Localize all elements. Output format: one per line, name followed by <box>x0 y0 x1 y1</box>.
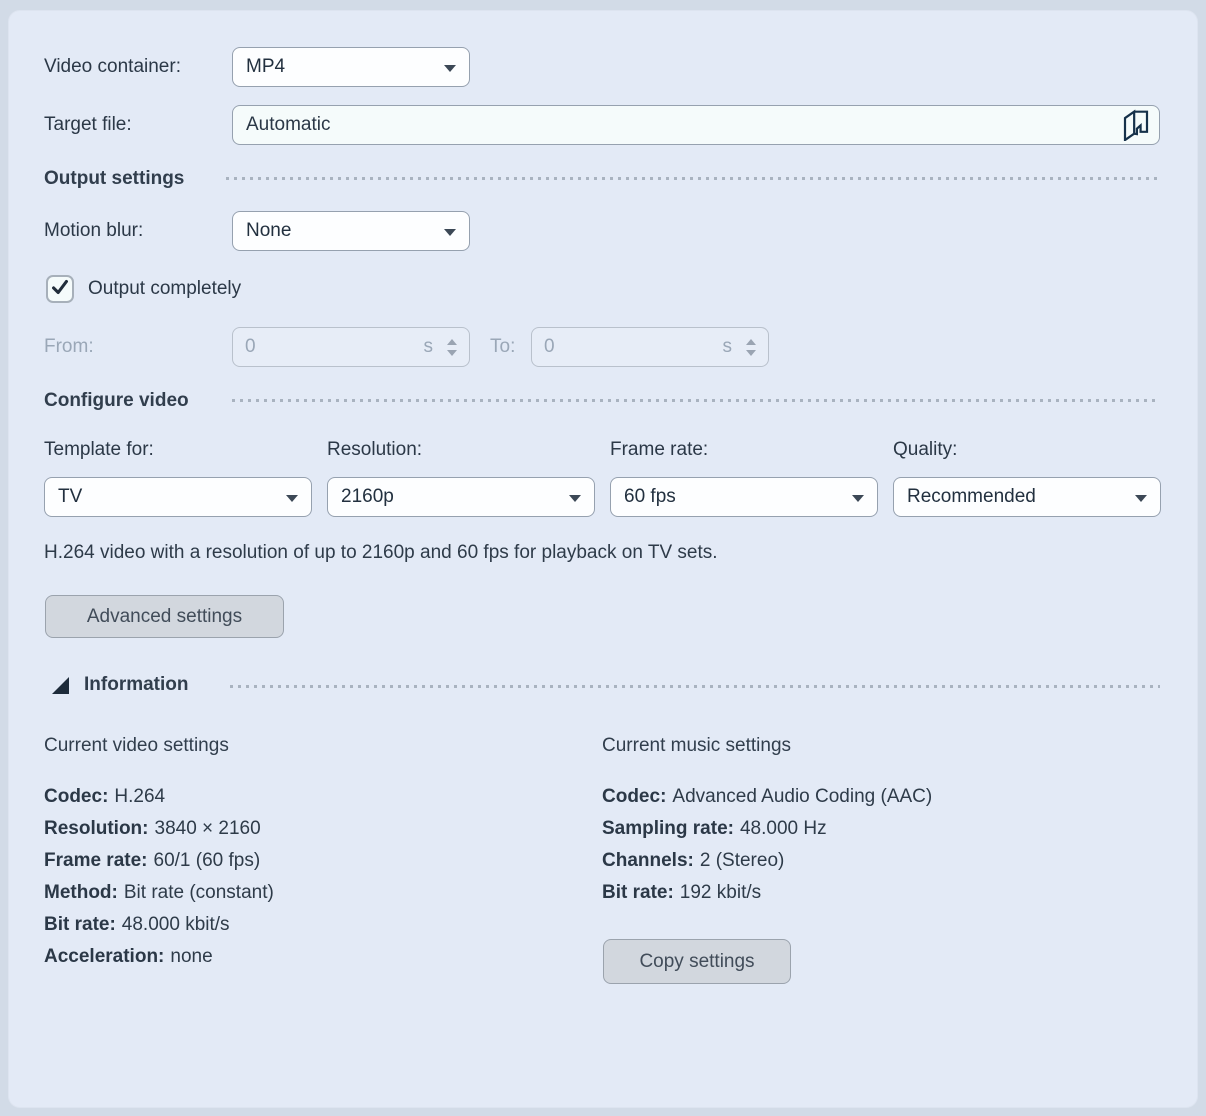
output-completely-checkbox[interactable] <box>46 275 74 303</box>
target-file-input[interactable] <box>246 114 1115 136</box>
from-label: From: <box>44 334 94 360</box>
from-value: 0 <box>245 336 424 358</box>
checkmark-icon <box>49 276 71 303</box>
motion-blur-label: Motion blur: <box>44 218 143 244</box>
advanced-settings-button[interactable]: Advanced settings <box>45 595 284 638</box>
frame-rate-value: 60 fps <box>624 486 676 508</box>
video-settings-list: Codec:H.264 Resolution:3840 × 2160 Frame… <box>44 781 274 973</box>
template-description: H.264 video with a resolution of up to 2… <box>44 540 718 566</box>
info-row-bit-rate: Bit rate:48.000 kbit/s <box>44 909 274 941</box>
info-row-sampling-rate: Sampling rate:48.000 Hz <box>602 813 932 845</box>
video-container-select[interactable]: MP4 <box>232 47 470 87</box>
to-spinbox: 0 s <box>531 327 769 367</box>
configure-video-title: Configure video <box>44 389 189 413</box>
info-row-channels: Channels:2 (Stereo) <box>602 845 932 877</box>
spinner-arrows-icon <box>447 339 457 356</box>
to-unit: s <box>723 336 733 358</box>
information-title[interactable]: Information <box>84 673 189 697</box>
from-unit: s <box>424 336 434 358</box>
template-for-label: Template for: <box>44 437 154 463</box>
video-container-label: Video container: <box>44 54 181 80</box>
info-row-method: Method:Bit rate (constant) <box>44 877 274 909</box>
info-row-resolution: Resolution:3840 × 2160 <box>44 813 274 845</box>
chevron-down-icon <box>1135 495 1147 502</box>
resolution-label: Resolution: <box>327 437 422 463</box>
copy-settings-button[interactable]: Copy settings <box>603 939 791 984</box>
music-settings-list: Codec:Advanced Audio Coding (AAC) Sampli… <box>602 781 932 909</box>
template-for-value: TV <box>58 486 82 508</box>
spinner-arrows-icon <box>746 339 756 356</box>
info-row-acceleration: Acceleration:none <box>44 941 274 973</box>
current-video-settings-title: Current video settings <box>44 733 229 759</box>
chevron-down-icon <box>286 495 298 502</box>
info-row-bit-rate: Bit rate:192 kbit/s <box>602 877 932 909</box>
from-spinbox: 0 s <box>232 327 470 367</box>
quality-label: Quality: <box>893 437 957 463</box>
video-container-value: MP4 <box>246 56 285 78</box>
export-settings-dialog: Video container: MP4 Target file: Output… <box>0 0 1206 1116</box>
to-value: 0 <box>544 336 723 358</box>
configure-video-divider <box>232 399 1160 402</box>
collapse-triangle-icon[interactable] <box>52 677 69 699</box>
info-row-codec: Codec:H.264 <box>44 781 274 813</box>
motion-blur-value: None <box>246 220 291 242</box>
quality-value: Recommended <box>907 486 1036 508</box>
resolution-select[interactable]: 2160p <box>327 477 595 517</box>
chevron-down-icon <box>444 229 456 236</box>
folder-icon <box>1121 108 1151 144</box>
target-file-field[interactable] <box>232 105 1160 145</box>
template-for-select[interactable]: TV <box>44 477 312 517</box>
frame-rate-label: Frame rate: <box>610 437 708 463</box>
resolution-value: 2160p <box>341 486 394 508</box>
info-row-codec: Codec:Advanced Audio Coding (AAC) <box>602 781 932 813</box>
output-settings-divider <box>226 177 1160 180</box>
chevron-down-icon <box>569 495 581 502</box>
output-completely-label: Output completely <box>88 276 241 302</box>
chevron-down-icon <box>444 65 456 72</box>
current-music-settings-title: Current music settings <box>602 733 791 759</box>
chevron-down-icon <box>852 495 864 502</box>
information-divider <box>230 685 1160 688</box>
target-file-label: Target file: <box>44 112 132 138</box>
to-label: To: <box>490 334 515 360</box>
quality-select[interactable]: Recommended <box>893 477 1161 517</box>
browse-folder-button[interactable] <box>1119 109 1153 143</box>
info-row-frame-rate: Frame rate:60/1 (60 fps) <box>44 845 274 877</box>
motion-blur-select[interactable]: None <box>232 211 470 251</box>
frame-rate-select[interactable]: 60 fps <box>610 477 878 517</box>
output-settings-title: Output settings <box>44 167 184 191</box>
